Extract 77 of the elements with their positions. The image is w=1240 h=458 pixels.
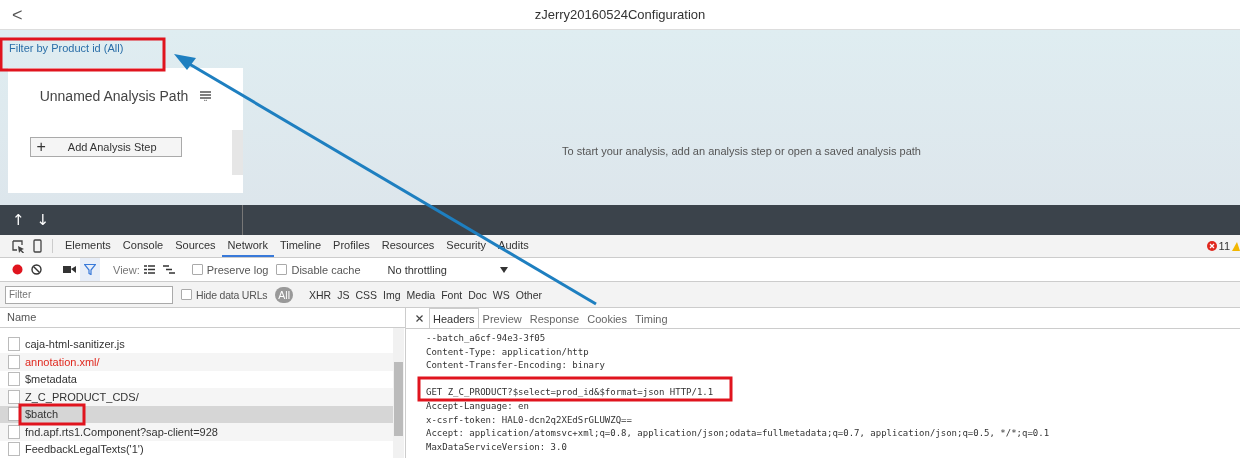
detail-tab[interactable]: Response — [525, 308, 584, 328]
record-icon[interactable] — [12, 264, 23, 275]
checkbox[interactable] — [181, 289, 192, 300]
detail-tab[interactable]: Preview — [478, 308, 526, 328]
header-line: Accept: application/atomsvc+xml;q=0.8, application/json;odata=fullmetadata;q=0.7, application/json;q=0.5, */*;q=0.1 — [426, 427, 1050, 441]
header-line: GET Z_C_PRODUCT?$select=prod_id&$format=json HTTP/1.1 — [426, 386, 714, 400]
devtools-tab[interactable]: Sources — [169, 235, 222, 257]
window-title: zJerry20160524Configuration — [534, 7, 706, 22]
header-line: x-csrf-token: HAL0-dcn2q2XEdSrGLUWZQ== — [426, 413, 632, 427]
type-filter[interactable]: XHR — [306, 286, 335, 303]
type-filter[interactable]: Other — [512, 286, 546, 303]
filter-icon[interactable] — [84, 264, 96, 275]
type-filter[interactable]: Img — [380, 286, 404, 303]
move-button[interactable]: ↑ — [12, 211, 25, 229]
type-filter[interactable]: Doc — [465, 286, 490, 303]
scroll-handle[interactable] — [232, 130, 243, 175]
view-label: View: — [113, 263, 140, 276]
header-line: --batch_a6cf-94e3-3f05 — [426, 332, 546, 345]
waterfall-view-icon[interactable] — [162, 265, 175, 274]
devtools-tab[interactable]: Security — [440, 235, 493, 257]
devtools-tab[interactable]: Console — [116, 235, 170, 257]
analysis-path-title: Unnamed Analysis Path — [39, 88, 189, 104]
move-button[interactable]: ↓ — [36, 211, 50, 229]
device-icon[interactable] — [33, 239, 42, 253]
checkbox-label: Preserve log — [206, 263, 269, 276]
devtools-tab[interactable]: Audits — [492, 235, 535, 257]
request-row[interactable]: caja-html-sanitizer.js — [0, 335, 393, 353]
type-filter[interactable]: Font — [438, 286, 466, 303]
camera-icon[interactable] — [63, 265, 76, 274]
checkbox[interactable] — [276, 264, 288, 275]
highlight-box — [18, 403, 86, 426]
close-icon[interactable] — [416, 315, 423, 322]
request-row[interactable]: annotation.xml/ — [0, 353, 393, 371]
devtools-tab[interactable]: Timeline — [273, 235, 328, 257]
checkbox[interactable] — [191, 264, 203, 275]
detail-tab[interactable]: Timing — [631, 308, 672, 328]
devtools-tab[interactable]: Profiles — [327, 235, 376, 257]
checkbox-label: Disable cache — [291, 263, 361, 276]
devtools-tab[interactable]: Resources — [375, 235, 441, 257]
type-filter[interactable]: JS — [334, 286, 353, 303]
file-icon — [8, 407, 20, 422]
header-line: Content-Type: application/http — [426, 345, 589, 359]
file-icon — [8, 372, 20, 387]
list-view-icon[interactable] — [143, 265, 155, 274]
empty-message: To start your analysis, add an analysis step or open a saved analysis path — [562, 144, 921, 157]
detail-tab[interactable]: Cookies — [583, 308, 631, 328]
request-row[interactable]: Z_C_PRODUCT_CDS/ — [0, 388, 393, 406]
file-icon — [8, 442, 20, 457]
checkbox-label: Hide data URLs — [196, 288, 268, 301]
type-filter[interactable]: WS — [489, 286, 513, 303]
filter-field[interactable]: Filter — [5, 285, 173, 304]
file-icon — [8, 389, 20, 404]
menu-icon[interactable] — [200, 91, 212, 101]
detail-tab[interactable]: Headers — [429, 308, 479, 328]
clear-icon[interactable] — [31, 264, 42, 275]
header-line: Accept-Language: en — [426, 399, 529, 413]
scrollbar[interactable] — [393, 328, 404, 458]
back-button[interactable]: < — [12, 7, 26, 22]
header-line: MaxDataServiceVersion: 3.0 — [426, 440, 567, 454]
error-icon[interactable] — [1206, 241, 1217, 251]
throttling-dropdown[interactable]: No throttling — [381, 263, 508, 276]
request-row[interactable]: $metadata — [0, 370, 393, 388]
header-line: Content-Transfer-Encoding: binary — [426, 359, 605, 373]
type-filter[interactable]: CSS — [352, 286, 381, 303]
dropdown-caret-icon[interactable] — [499, 266, 508, 273]
error-count[interactable]: 11 — [1218, 240, 1230, 252]
file-icon — [8, 337, 20, 352]
column-header[interactable]: Name — [0, 308, 405, 328]
inspect-icon[interactable] — [12, 239, 25, 253]
request-row[interactable]: fnd.apf.rts1.Component?sap-client=928 — [0, 423, 393, 441]
devtools-tab[interactable]: Elements — [59, 235, 117, 257]
type-filter[interactable]: Media — [403, 286, 439, 303]
request-row[interactable]: FeedbackLegalTexts('1') — [0, 440, 393, 458]
file-icon — [8, 354, 20, 369]
file-icon — [8, 424, 20, 439]
filter-link[interactable]: Filter by Product id (All) — [0, 30, 124, 56]
add-analysis-step-button[interactable]: + Add Analysis Step — [29, 137, 182, 157]
